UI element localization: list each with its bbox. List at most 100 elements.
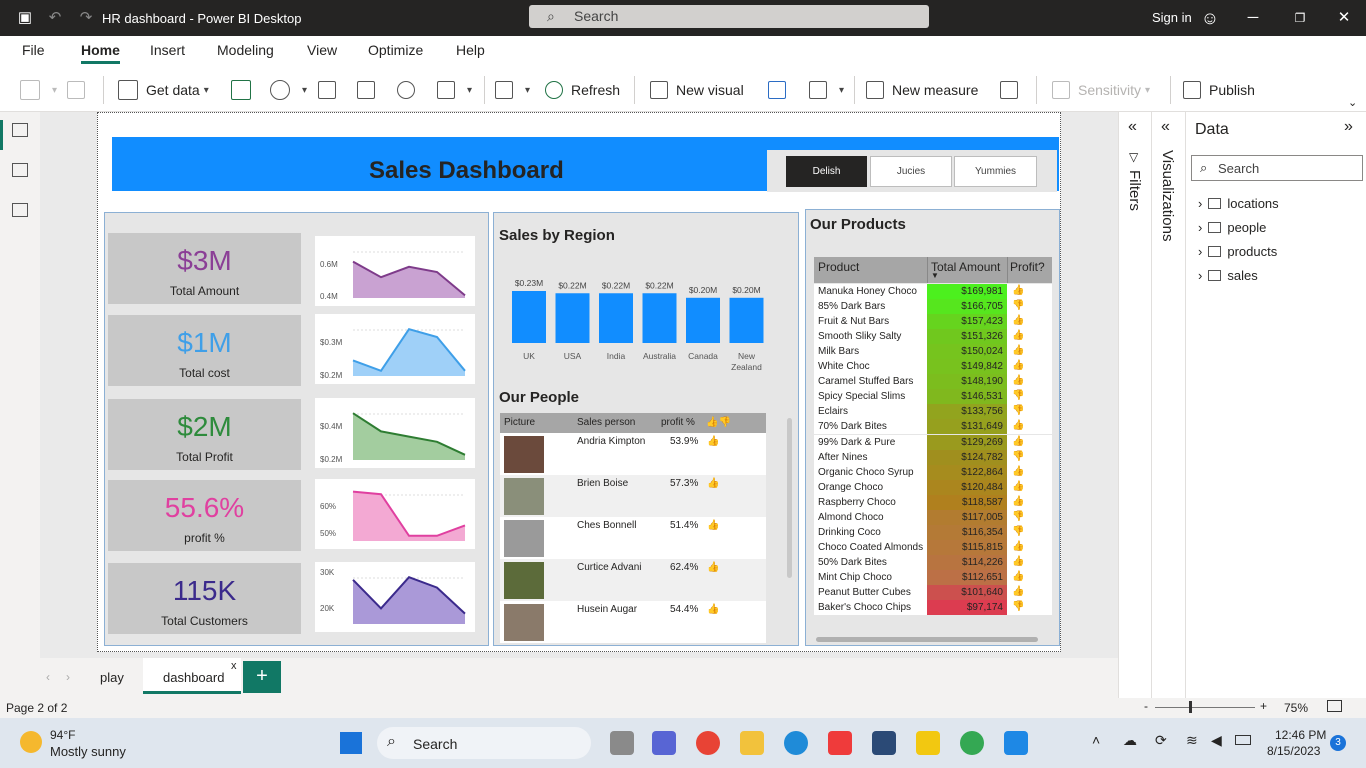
product-row[interactable]: 50% Dark Bites $114,226 👍	[814, 554, 1052, 570]
volume-icon[interactable]: ◀	[1211, 732, 1222, 749]
menu-file[interactable]: File	[22, 42, 45, 58]
collapse-ribbon-icon[interactable]: ⌄	[1348, 90, 1357, 114]
battery-icon[interactable]	[1235, 735, 1251, 745]
sync-icon[interactable]: ⟳	[1155, 732, 1167, 749]
vscode-icon[interactable]	[1004, 731, 1028, 755]
sign-in-link[interactable]: Sign in	[1152, 10, 1192, 25]
product-row[interactable]: Organic Choco Syrup $122,864 👍	[814, 464, 1052, 480]
expand-viz-icon[interactable]: «	[1161, 118, 1170, 136]
product-row[interactable]: Raspberry Choco $118,587 👍	[814, 494, 1052, 510]
col-profit[interactable]: Profit?	[1010, 260, 1045, 274]
model-view-icon[interactable]	[12, 203, 28, 217]
region-bar[interactable]	[555, 293, 590, 343]
kpi-card[interactable]: 115K Total Customers	[108, 563, 301, 634]
more-visuals-button[interactable]: ▾	[809, 78, 844, 102]
table-row[interactable]: Husein Augar 54.4% 👍	[500, 601, 766, 643]
tab-play[interactable]: play	[100, 670, 124, 685]
menu-insert[interactable]: Insert	[150, 42, 185, 58]
region-bar-chart[interactable]: $0.23M UK $0.22M USA $0.22M India $0.22M Austra…	[504, 268, 794, 378]
visualizations-pane[interactable]: « Visualizations	[1151, 112, 1185, 698]
collapse-filters-icon[interactable]: «	[1128, 118, 1137, 136]
product-row[interactable]: 99% Dark & Pure $129,269 👍	[814, 434, 1052, 450]
col-thumbs[interactable]: 👍👎	[706, 417, 731, 428]
table-row[interactable]: Curtice Advani 62.4% 👍	[500, 559, 766, 601]
account-icon[interactable]: ☺	[1200, 8, 1220, 28]
chrome-profile-icon[interactable]	[960, 731, 984, 755]
teams-icon[interactable]	[652, 731, 676, 755]
menu-help[interactable]: Help	[456, 42, 485, 58]
clock-date[interactable]: 8/15/2023	[1267, 744, 1320, 758]
kpi-card[interactable]: 55.6% profit %	[108, 480, 301, 551]
table-row[interactable]: Ches Bonnell 51.4% 👍	[500, 517, 766, 559]
sparkline-chart[interactable]: $0.3M $0.2M	[315, 314, 475, 384]
prev-page-icon[interactable]: ‹	[46, 670, 50, 684]
product-row[interactable]: Fruit & Nut Bars $157,423 👍	[814, 314, 1052, 330]
text-box-button[interactable]	[768, 78, 794, 102]
restore-icon[interactable]: ❐	[1290, 8, 1310, 28]
slicer-delish[interactable]: Delish	[786, 156, 867, 187]
new-visual-button[interactable]: New visual	[650, 78, 744, 102]
col-picture[interactable]: Picture	[504, 417, 535, 428]
chrome-icon[interactable]	[696, 731, 720, 755]
product-row[interactable]: After Nines $124,782 👎	[814, 449, 1052, 465]
menu-home[interactable]: Home	[81, 42, 120, 64]
transform-data-button[interactable]: ▾	[495, 78, 530, 102]
product-row[interactable]: Drinking Coco $116,354 👎	[814, 524, 1052, 540]
edge-icon[interactable]	[784, 731, 808, 755]
notification-badge[interactable]: 3	[1330, 735, 1346, 751]
refresh-button[interactable]: Refresh	[545, 78, 620, 102]
recent-sources-button[interactable]: ▾	[437, 78, 472, 102]
cloud-icon[interactable]: ☁	[1123, 732, 1137, 749]
product-row[interactable]: Manuka Honey Choco $169,981 👍	[814, 284, 1052, 299]
menu-view[interactable]: View	[307, 42, 337, 58]
anydesk-icon[interactable]	[828, 731, 852, 755]
title-search-box[interactable]: ⌕ Search	[529, 5, 929, 28]
report-view-icon[interactable]	[12, 123, 28, 137]
enter-data-button[interactable]	[357, 78, 383, 102]
data-table-item[interactable]: › locations	[1198, 196, 1279, 211]
region-bar[interactable]	[642, 293, 677, 343]
close-icon[interactable]: ✕	[1334, 8, 1354, 28]
product-row[interactable]: Almond Choco $117,005 👎	[814, 509, 1052, 525]
data-hub-button[interactable]: ▾	[270, 78, 307, 102]
powerbi-icon[interactable]	[916, 731, 940, 755]
zoom-slider-thumb[interactable]	[1189, 701, 1192, 713]
product-row[interactable]: Mint Chip Choco $112,651 👍	[814, 569, 1052, 585]
format-painter-button[interactable]	[67, 78, 93, 102]
zoom-in-icon[interactable]: +	[1260, 699, 1267, 713]
file-explorer-icon[interactable]	[740, 731, 764, 755]
redo-icon[interactable]: ↷	[76, 8, 96, 28]
region-bar[interactable]	[729, 297, 764, 343]
table-row[interactable]: Brien Boise 57.3% 👍	[500, 475, 766, 517]
data-table-item[interactable]: › people	[1198, 220, 1266, 235]
sparkline-chart[interactable]: 60% 50%	[315, 479, 475, 549]
data-table-item[interactable]: › products	[1198, 244, 1277, 259]
product-row[interactable]: Baker's Choco Chips $97,174 👎	[814, 600, 1052, 616]
undo-icon[interactable]: ↶	[45, 8, 65, 28]
sparkline-chart[interactable]: $0.4M $0.2M	[315, 398, 475, 468]
kpi-card[interactable]: $3M Total Amount	[108, 233, 301, 304]
publish-button[interactable]: Publish	[1183, 78, 1255, 102]
close-tab-icon[interactable]: x	[231, 660, 237, 672]
dataverse-button[interactable]	[397, 78, 423, 102]
menu-modeling[interactable]: Modeling	[217, 42, 274, 58]
region-bar[interactable]	[686, 297, 720, 343]
app-icon[interactable]	[872, 731, 896, 755]
product-row[interactable]: Milk Bars $150,024 👍	[814, 344, 1052, 360]
task-view-icon[interactable]	[610, 731, 634, 755]
product-row[interactable]: Peanut Butter Cubes $101,640 👍	[814, 585, 1052, 600]
product-row[interactable]: Orange Choco $120,484 👍	[814, 479, 1052, 495]
taskbar-search[interactable]: ⌕ Search	[377, 727, 591, 759]
add-page-button[interactable]: +	[243, 661, 281, 693]
col-profit-pct[interactable]: profit %	[661, 417, 695, 428]
product-row[interactable]: Smooth Sliky Salty $151,326 👍	[814, 329, 1052, 345]
zoom-level[interactable]: 75%	[1284, 701, 1308, 715]
col-total-amount[interactable]: Total Amount	[931, 260, 1000, 274]
fit-page-icon[interactable]	[1327, 700, 1342, 712]
excel-button[interactable]	[231, 78, 259, 102]
filters-pane[interactable]: « ▽ Filters	[1118, 112, 1151, 698]
get-data-button[interactable]: Get data ▾	[118, 78, 209, 102]
product-row[interactable]: 70% Dark Bites $131,649 👍	[814, 419, 1052, 435]
collapse-data-icon[interactable]: »	[1344, 118, 1353, 136]
table-view-icon[interactable]	[12, 163, 28, 177]
